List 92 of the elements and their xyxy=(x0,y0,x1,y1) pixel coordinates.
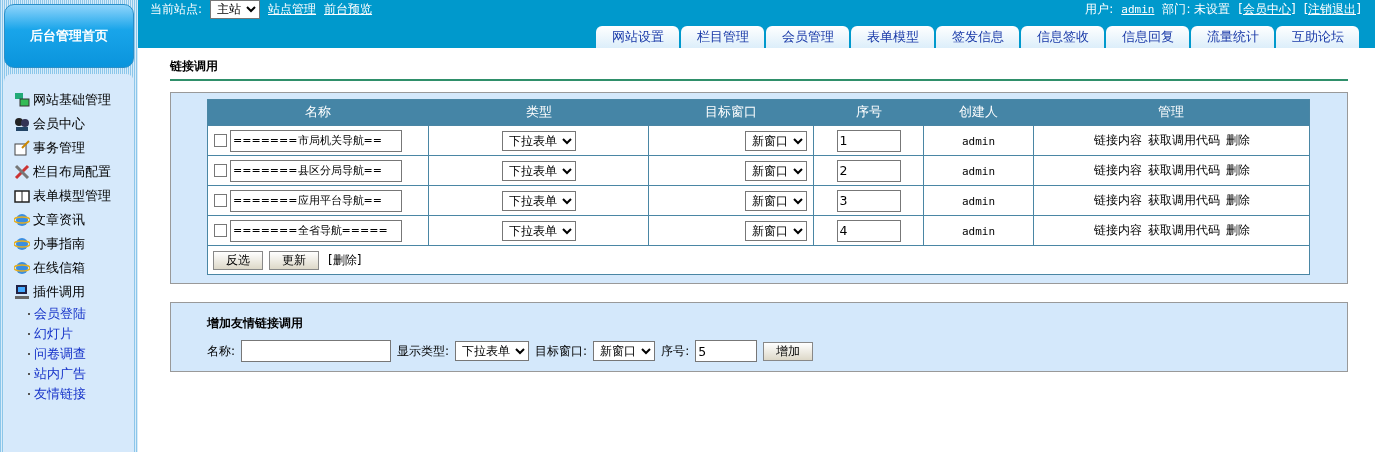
action-link[interactable]: 获取调用代码 xyxy=(1147,193,1220,207)
nav-tab[interactable]: 流量统计 xyxy=(1191,26,1274,48)
people-icon xyxy=(14,116,30,132)
table-button[interactable]: 反选 xyxy=(213,250,263,270)
page-title: 链接调用 xyxy=(170,58,1348,81)
creator-text: admin xyxy=(961,224,996,238)
sidebar-subitem[interactable]: 会员登陆 xyxy=(14,304,134,324)
sidebar-item[interactable]: 表单模型管理 xyxy=(14,184,134,208)
column-header: 目标窗口 xyxy=(648,99,814,126)
delete-link[interactable]: [删除] xyxy=(328,251,362,269)
globe-icon xyxy=(14,212,30,228)
sidebar-item[interactable]: 会员中心 xyxy=(14,112,134,136)
sidebar-item[interactable]: 网站基础管理 xyxy=(14,88,134,112)
notepad-icon xyxy=(14,140,30,156)
target-select[interactable]: 新窗口 xyxy=(593,341,656,361)
type-select[interactable]: 下拉表单 xyxy=(501,190,576,211)
action-link[interactable]: 删除 xyxy=(1225,133,1250,147)
order-field[interactable]: 1 xyxy=(836,129,901,152)
name-field[interactable]: =======全省导航===== xyxy=(230,219,402,242)
action-link[interactable]: 链接内容 xyxy=(1093,163,1142,177)
name-label: 名称: xyxy=(207,342,236,360)
sidebar-item[interactable]: 插件调用 xyxy=(14,280,134,304)
nav-tab[interactable]: 表单模型 xyxy=(851,26,934,48)
nav-tab[interactable]: 网站设置 xyxy=(596,26,679,48)
sidebar-item[interactable]: 办事指南 xyxy=(14,232,134,256)
type-select[interactable]: 下拉表单 xyxy=(501,130,576,151)
order-label: 序号: xyxy=(661,342,690,360)
column-header: 创建人 xyxy=(923,99,1034,126)
type-select[interactable]: 下拉表单 xyxy=(455,341,530,361)
column-header: 管理 xyxy=(1033,99,1310,126)
sidebar-subitem[interactable]: 问卷调查 xyxy=(14,344,134,364)
sidebar-subitem[interactable]: 幻灯片 xyxy=(14,324,134,344)
creator-text: admin xyxy=(961,164,996,178)
name-field[interactable]: =======市局机关导航== xyxy=(230,129,402,152)
order-input[interactable]: 5 xyxy=(695,340,758,362)
target-select[interactable]: 新窗口 xyxy=(745,190,807,211)
user-label: 用户: xyxy=(1085,0,1114,18)
target-label: 目标窗口: xyxy=(535,342,588,360)
row-checkbox[interactable] xyxy=(214,224,227,237)
site-select[interactable]: 主站 xyxy=(210,0,261,19)
column-header: 类型 xyxy=(428,99,649,126)
action-link[interactable]: 获取调用代码 xyxy=(1147,163,1220,177)
department-text: 部门: 未设置 xyxy=(1162,0,1231,18)
column-header: 序号 xyxy=(813,99,924,126)
row-checkbox[interactable] xyxy=(214,134,227,147)
sidebar-subitem[interactable]: 友情链接 xyxy=(14,384,134,404)
type-select[interactable]: 下拉表单 xyxy=(501,160,576,181)
action-link[interactable]: 删除 xyxy=(1225,163,1250,177)
nav-tab[interactable]: 签发信息 xyxy=(936,26,1019,48)
column-header: 名称 xyxy=(207,99,429,126)
sidebar-item[interactable]: 栏目布局配置 xyxy=(14,160,134,184)
sidebar-item[interactable]: 在线信箱 xyxy=(14,256,134,280)
type-label: 显示类型: xyxy=(397,342,450,360)
creator-text: admin xyxy=(961,194,996,208)
row-checkbox[interactable] xyxy=(214,164,227,177)
nav-tab[interactable]: 互助论坛 xyxy=(1276,26,1359,48)
action-link[interactable]: 链接内容 xyxy=(1093,133,1142,147)
order-field[interactable]: 3 xyxy=(836,189,901,212)
order-field[interactable]: 2 xyxy=(836,159,901,182)
nav-tab[interactable]: 栏目管理 xyxy=(681,26,764,48)
computer-icon xyxy=(14,284,30,300)
sidebar-item[interactable]: 事务管理 xyxy=(14,136,134,160)
nav-tab[interactable]: 信息回复 xyxy=(1106,26,1189,48)
target-select[interactable]: 新窗口 xyxy=(745,160,807,181)
action-link[interactable]: 链接内容 xyxy=(1093,193,1142,207)
tools-icon xyxy=(14,164,30,180)
action-link[interactable]: 删除 xyxy=(1225,193,1250,207)
name-field[interactable]: =======应用平台导航== xyxy=(230,189,402,212)
site-label: 当前站点: xyxy=(150,0,203,18)
nav-tab[interactable]: 信息签收 xyxy=(1021,26,1104,48)
action-link[interactable]: 删除 xyxy=(1225,223,1250,237)
nav-tab[interactable]: 会员管理 xyxy=(766,26,849,48)
target-select[interactable]: 新窗口 xyxy=(745,130,807,151)
sidebar-item[interactable]: 文章资讯 xyxy=(14,208,134,232)
network-icon xyxy=(14,92,30,108)
name-field[interactable]: =======县区分局导航== xyxy=(230,159,402,182)
creator-text: admin xyxy=(961,134,996,148)
order-field[interactable]: 4 xyxy=(836,219,901,242)
target-select[interactable]: 新窗口 xyxy=(745,220,807,241)
globe-icon xyxy=(14,260,30,276)
table-button[interactable]: 更新 xyxy=(269,250,319,270)
add-button[interactable]: 增加 xyxy=(763,341,814,361)
row-checkbox[interactable] xyxy=(214,194,227,207)
action-link[interactable]: 获取调用代码 xyxy=(1147,223,1220,237)
book-icon xyxy=(14,188,30,204)
type-select[interactable]: 下拉表单 xyxy=(501,220,576,241)
action-link[interactable]: 获取调用代码 xyxy=(1147,133,1220,147)
action-link[interactable]: 链接内容 xyxy=(1093,223,1142,237)
form-title: 增加友情链接调用 xyxy=(207,315,304,332)
globe-icon xyxy=(14,236,30,252)
name-input[interactable] xyxy=(241,340,392,362)
sidebar-subitem[interactable]: 站内广告 xyxy=(14,364,134,384)
